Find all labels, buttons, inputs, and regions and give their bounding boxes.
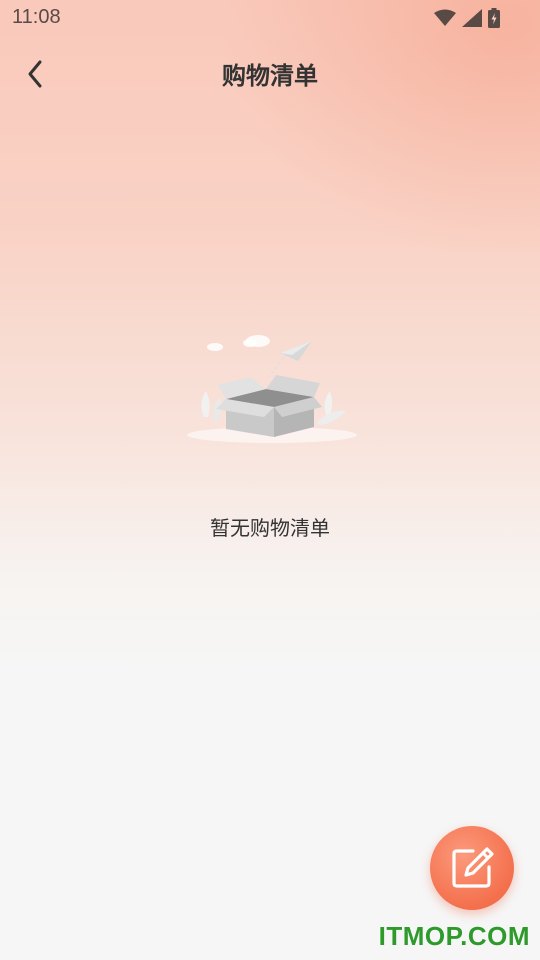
status-icons	[434, 8, 500, 28]
header: 购物清单	[0, 46, 540, 100]
wifi-icon	[434, 9, 456, 26]
background-tint	[220, 0, 540, 260]
empty-box-illustration	[187, 335, 357, 443]
status-bar: 11:08	[0, 0, 540, 36]
watermark-text: ITMOP.COM	[378, 921, 530, 951]
edit-icon	[452, 847, 494, 888]
signal-icon	[462, 9, 482, 27]
page-title: 购物清单	[222, 62, 318, 90]
status-time: 11:08	[12, 6, 61, 28]
battery-charging-icon	[488, 8, 500, 28]
add-list-button[interactable]	[430, 826, 514, 910]
empty-state-message: 暂无购物清单	[210, 516, 330, 540]
